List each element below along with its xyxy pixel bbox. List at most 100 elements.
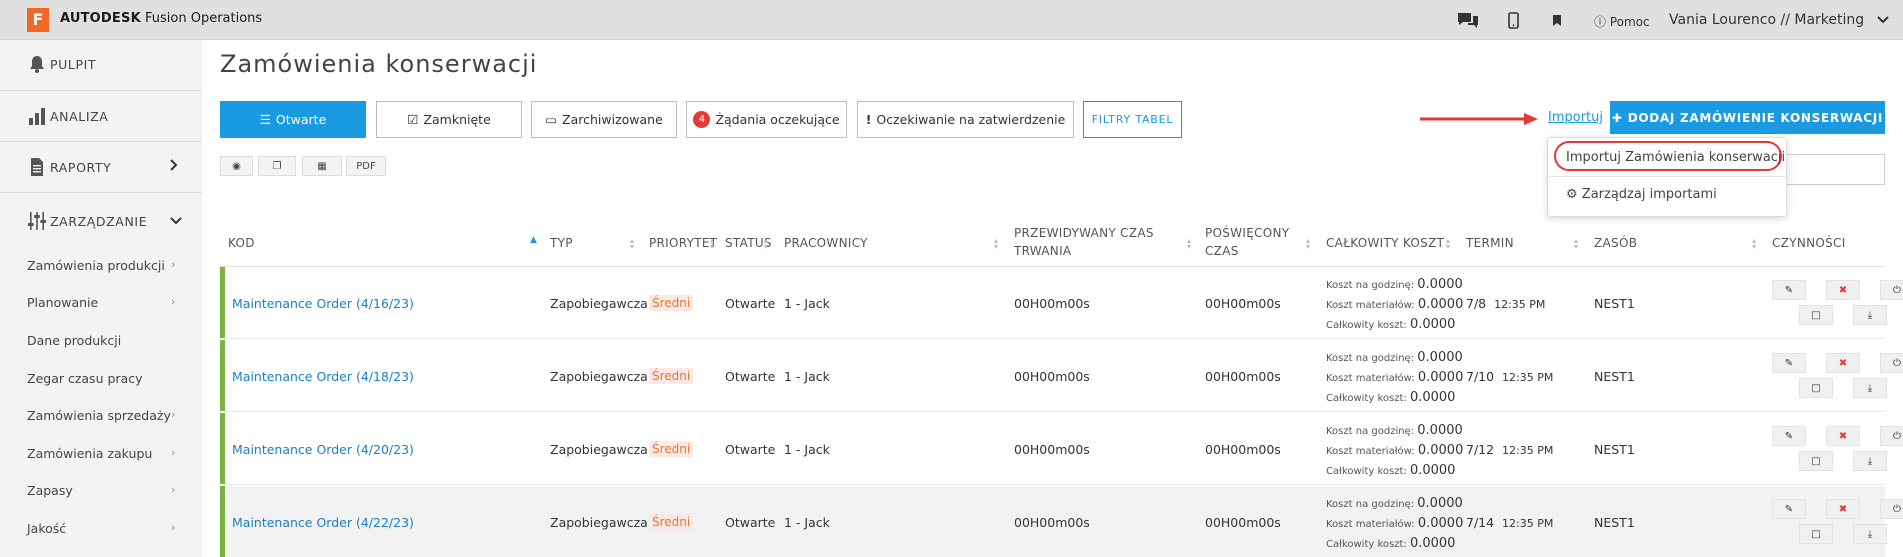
download-button[interactable]: ⤓	[1853, 451, 1887, 471]
column-header-spent-time[interactable]: POŚWIĘCONY CZAS	[1205, 224, 1289, 260]
sidebar-item-analysis[interactable]: ANALIZA	[0, 94, 202, 138]
dropdown-item-manage-imports[interactable]: ⚙ Zarządzaj importami	[1566, 187, 1717, 202]
download-button[interactable]: ⤓	[1853, 305, 1887, 325]
delete-button[interactable]: ✖	[1826, 280, 1860, 300]
power-button[interactable]: ⏻	[1880, 280, 1903, 300]
checkbox-button[interactable]: □	[1799, 378, 1833, 398]
sort-asc-icon[interactable]: ▲	[530, 235, 537, 245]
sidebar-sub-inventory[interactable]: Zapasy ›	[27, 483, 187, 498]
tab-open[interactable]: ☰ Otwarte	[220, 101, 366, 138]
edit-button[interactable]: ✎	[1772, 280, 1806, 300]
copy-icon: ❐	[272, 160, 282, 172]
column-header-total-cost[interactable]: CAŁKOWITY KOSZT	[1326, 234, 1444, 252]
edit-button[interactable]: ✎	[1772, 499, 1806, 519]
row-status-bar	[220, 340, 225, 411]
row-status-bar	[220, 413, 225, 484]
expected-time: 00H00m00s	[1014, 515, 1090, 530]
sidebar-sub-time-clock[interactable]: Zegar czasu pracy	[27, 371, 187, 386]
expected-time: 00H00m00s	[1014, 369, 1090, 384]
order-status: Otwarte	[725, 296, 776, 311]
column-header-actions: CZYNNOŚCI	[1772, 236, 1846, 250]
sidebar-sub-quality[interactable]: Jakość ›	[27, 521, 187, 536]
sidebar-sub-production-data[interactable]: Dane produkcji	[27, 333, 187, 348]
help-link[interactable]: ⓘ Pomoc	[1594, 13, 1650, 30]
tab-pending-requests[interactable]: 4 Żądania oczekujące	[686, 101, 847, 138]
tab-closed[interactable]: ☑ Zamknięte	[376, 101, 522, 138]
column-header-due[interactable]: TERMIN	[1466, 234, 1514, 252]
resource: NEST1	[1594, 515, 1635, 530]
checkbox-button[interactable]: □	[1799, 524, 1833, 544]
sort-icon: ▴ ▾	[1187, 236, 1192, 251]
inbox-icon: ▭	[545, 112, 558, 127]
sort-icon: ▴ ▾	[764, 236, 769, 251]
sidebar-item-dashboard[interactable]: PULPIT	[0, 42, 202, 86]
sidebar-item-management[interactable]: ZARZĄDZANIE	[0, 199, 202, 243]
trash-icon: ✖	[1838, 503, 1848, 515]
edit-button[interactable]: ✎	[1772, 353, 1806, 373]
table-row: Maintenance Order (4/18/23) Zapobiegawcz…	[220, 340, 1903, 412]
order-code-link[interactable]: Maintenance Order (4/16/23)	[232, 296, 414, 311]
download-button[interactable]: ⤓	[1853, 378, 1887, 398]
add-maintenance-order-button[interactable]: ✚ DODAJ ZAMÓWIENIE KONSERWACJI	[1610, 101, 1885, 134]
column-header-workers[interactable]: PRACOWNICY	[784, 234, 868, 252]
order-code-link[interactable]: Maintenance Order (4/22/23)	[232, 515, 414, 530]
order-code-link[interactable]: Maintenance Order (4/20/23)	[232, 442, 414, 457]
expected-time: 00H00m00s	[1014, 296, 1090, 311]
delete-button[interactable]: ✖	[1826, 353, 1860, 373]
checkbox-button[interactable]: □	[1799, 451, 1833, 471]
chat-icon[interactable]	[1455, 9, 1481, 31]
delete-button[interactable]: ✖	[1826, 426, 1860, 446]
edit-icon: ✎	[1784, 430, 1794, 442]
column-header-priority[interactable]: PRIORYTET	[649, 234, 717, 252]
sidebar-sub-production-orders[interactable]: Zamówienia produkcji ›	[27, 258, 187, 273]
sidebar-item-reports[interactable]: RAPORTY	[0, 145, 202, 189]
sidebar-sub-purchase-orders[interactable]: Zamówienia zakupu ›	[27, 446, 187, 461]
power-icon: ⏻	[1893, 357, 1901, 369]
edit-button[interactable]: ✎	[1772, 426, 1806, 446]
power-button[interactable]: ⏻	[1880, 353, 1903, 373]
dropdown-item-import-orders[interactable]: Importuj Zamówienia konserwacji	[1566, 150, 1785, 165]
import-link[interactable]: Importuj	[1548, 110, 1603, 125]
checkbox-button[interactable]: □	[1799, 305, 1833, 325]
order-type: Zapobiegawcza	[550, 515, 648, 530]
chevron-right-icon: ›	[171, 483, 176, 496]
column-header-expected-time[interactable]: PRZEWIDYWANY CZAS TRWANIA	[1014, 224, 1154, 260]
user-menu[interactable]: Vania Lourenco // Marketing	[1669, 12, 1889, 28]
red-arrow-annotation	[1420, 113, 1538, 125]
sort-icon: ▴ ▾	[630, 236, 635, 251]
delete-button[interactable]: ✖	[1826, 499, 1860, 519]
column-header-type[interactable]: TYP	[550, 234, 573, 252]
list-icon: ☰	[259, 112, 271, 127]
sidebar-sub-sales-orders[interactable]: Zamówienia sprzedaży ›	[27, 408, 187, 423]
table-filters-button[interactable]: FILTRY TABEL	[1083, 101, 1182, 138]
power-button[interactable]: ⏻	[1880, 426, 1903, 446]
spent-time: 00H00m00s	[1205, 296, 1281, 311]
column-header-code[interactable]: KOD	[228, 234, 255, 252]
edit-icon: ✎	[1784, 357, 1794, 369]
priority-badge: Średni	[649, 295, 694, 311]
download-icon: ⤓	[1867, 382, 1873, 394]
table-row: Maintenance Order (4/20/23) Zapobiegawcz…	[220, 413, 1903, 485]
excel-export-button[interactable]: ▦	[302, 156, 342, 176]
copy-button[interactable]: ❐	[258, 156, 296, 176]
chevron-right-icon: ›	[171, 408, 176, 421]
sidebar-sub-planning[interactable]: Planowanie ›	[27, 295, 187, 310]
order-code-link[interactable]: Maintenance Order (4/18/23)	[232, 369, 414, 384]
mobile-icon[interactable]	[1505, 9, 1521, 31]
trash-icon: ✖	[1838, 284, 1848, 296]
app-logo[interactable]: F	[27, 8, 49, 32]
order-workers: 1 - Jack	[784, 369, 830, 384]
view-toggle-button[interactable]: ◉	[220, 156, 253, 176]
download-icon: ⤓	[1867, 455, 1873, 467]
power-button[interactable]: ⏻	[1880, 499, 1903, 519]
sort-icon: ▴ ▾	[994, 236, 999, 251]
bookmark-icon[interactable]	[1549, 9, 1565, 31]
chevron-right-icon	[170, 159, 178, 175]
order-status: Otwarte	[725, 369, 776, 384]
tab-awaiting-approval[interactable]: ! Oczekiwanie na zatwierdzenie	[857, 101, 1074, 138]
column-header-resource[interactable]: ZASÓB	[1594, 234, 1637, 252]
sort-icon: ▴ ▾	[1574, 236, 1579, 251]
download-button[interactable]: ⤓	[1853, 524, 1887, 544]
tab-archived[interactable]: ▭ Zarchiwizowane	[531, 101, 677, 138]
pdf-export-button[interactable]: PDF	[346, 156, 386, 176]
